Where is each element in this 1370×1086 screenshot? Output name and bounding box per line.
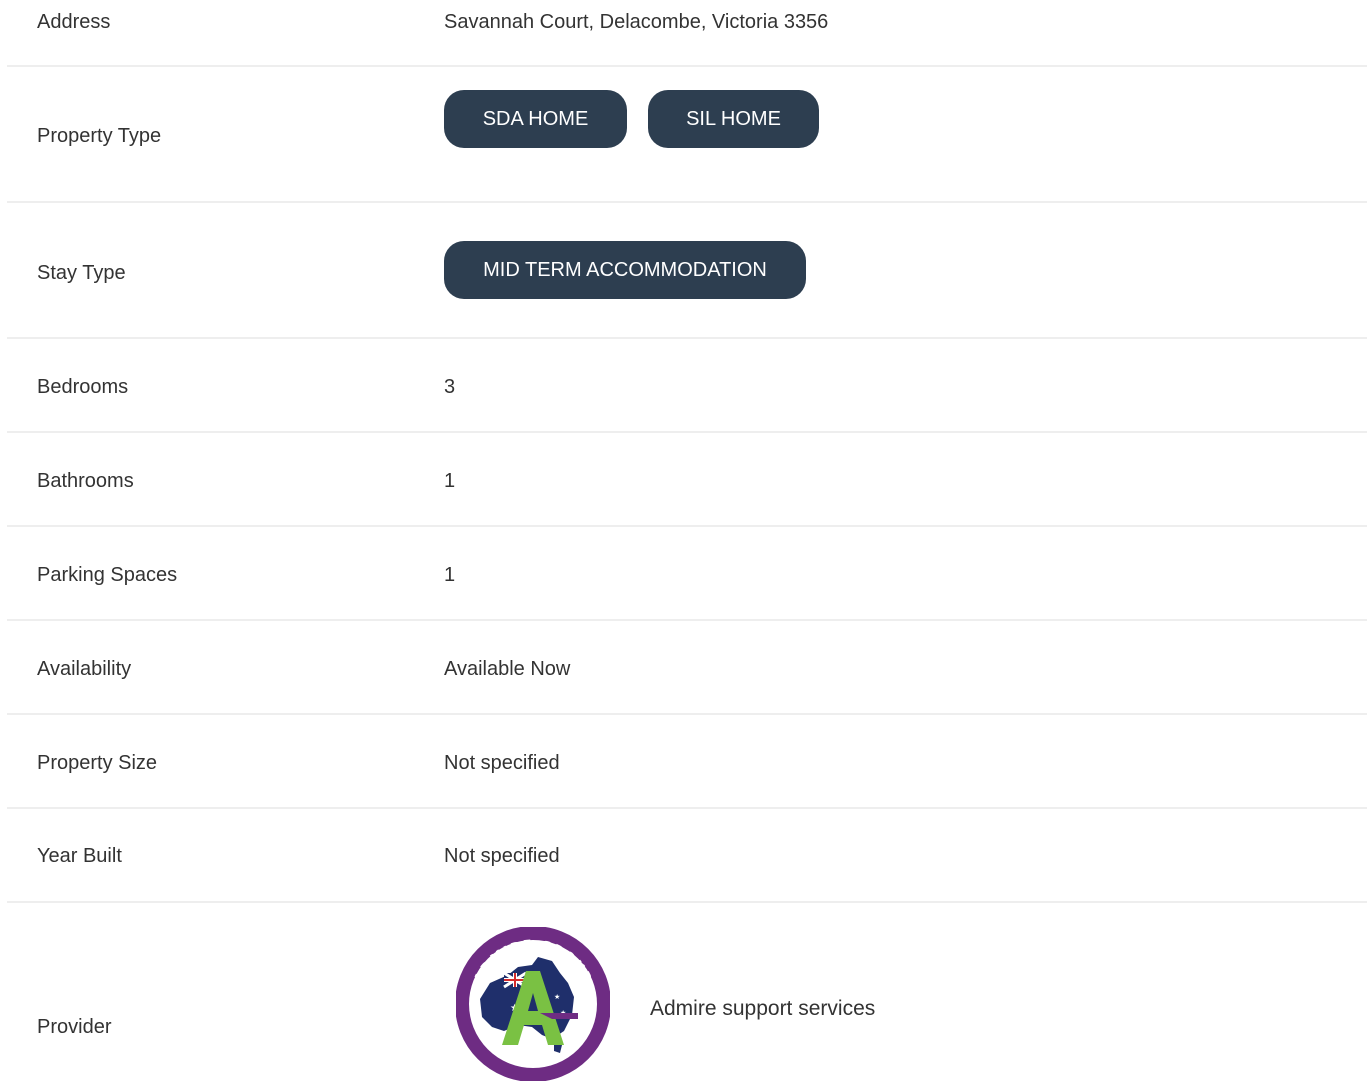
property-details-table: Address Savannah Court, Delacombe, Victo… — [7, 0, 1367, 1085]
address-label: Address — [37, 11, 111, 33]
parking-spaces-value: 1 — [444, 564, 456, 586]
property-type-label: Property Type — [37, 125, 162, 147]
year-built-value: Not specified — [444, 845, 560, 867]
tag-sda-home[interactable]: SDA HOME — [444, 90, 627, 148]
row-parking-spaces: Parking Spaces 1 — [7, 527, 1367, 621]
row-property-type: Property Type SDA HOME SIL HOME — [7, 67, 1367, 203]
bedrooms-label: Bedrooms — [37, 376, 129, 398]
tag-mid-term-accommodation[interactable]: MID TERM ACCOMMODATION — [444, 241, 806, 299]
svg-text:★: ★ — [554, 993, 560, 1001]
property-size-label: Property Size — [37, 752, 158, 774]
provider-logo[interactable]: ADMIRE GROUP PTY LTD ★ ★ ★ ★ — [455, 926, 611, 1082]
row-provider: Provider ADMIRE GROUP PTY LTD — [7, 903, 1367, 1085]
parking-spaces-label: Parking Spaces — [37, 564, 178, 586]
row-year-built: Year Built Not specified — [7, 809, 1367, 903]
provider-label: Provider — [37, 1016, 112, 1038]
bathrooms-value: 1 — [444, 470, 456, 492]
row-availability: Availability Available Now — [7, 621, 1367, 715]
row-bathrooms: Bathrooms 1 — [7, 433, 1367, 527]
availability-label: Availability — [37, 658, 132, 680]
admire-group-logo-icon: ADMIRE GROUP PTY LTD ★ ★ ★ ★ — [455, 926, 611, 1082]
row-address: Address Savannah Court, Delacombe, Victo… — [7, 0, 1367, 67]
tag-sil-home[interactable]: SIL HOME — [648, 90, 819, 148]
property-size-value: Not specified — [444, 752, 560, 774]
row-property-size: Property Size Not specified — [7, 715, 1367, 809]
row-stay-type: Stay Type MID TERM ACCOMMODATION — [7, 203, 1367, 339]
availability-value: Available Now — [444, 658, 571, 680]
stay-type-label: Stay Type — [37, 262, 126, 284]
provider-name[interactable]: Admire support services — [650, 996, 875, 1022]
bedrooms-value: 3 — [444, 376, 456, 398]
year-built-label: Year Built — [37, 845, 122, 867]
bathrooms-label: Bathrooms — [37, 470, 134, 492]
row-bedrooms: Bedrooms 3 — [7, 339, 1367, 433]
address-value: Savannah Court, Delacombe, Victoria 3356 — [444, 11, 829, 33]
